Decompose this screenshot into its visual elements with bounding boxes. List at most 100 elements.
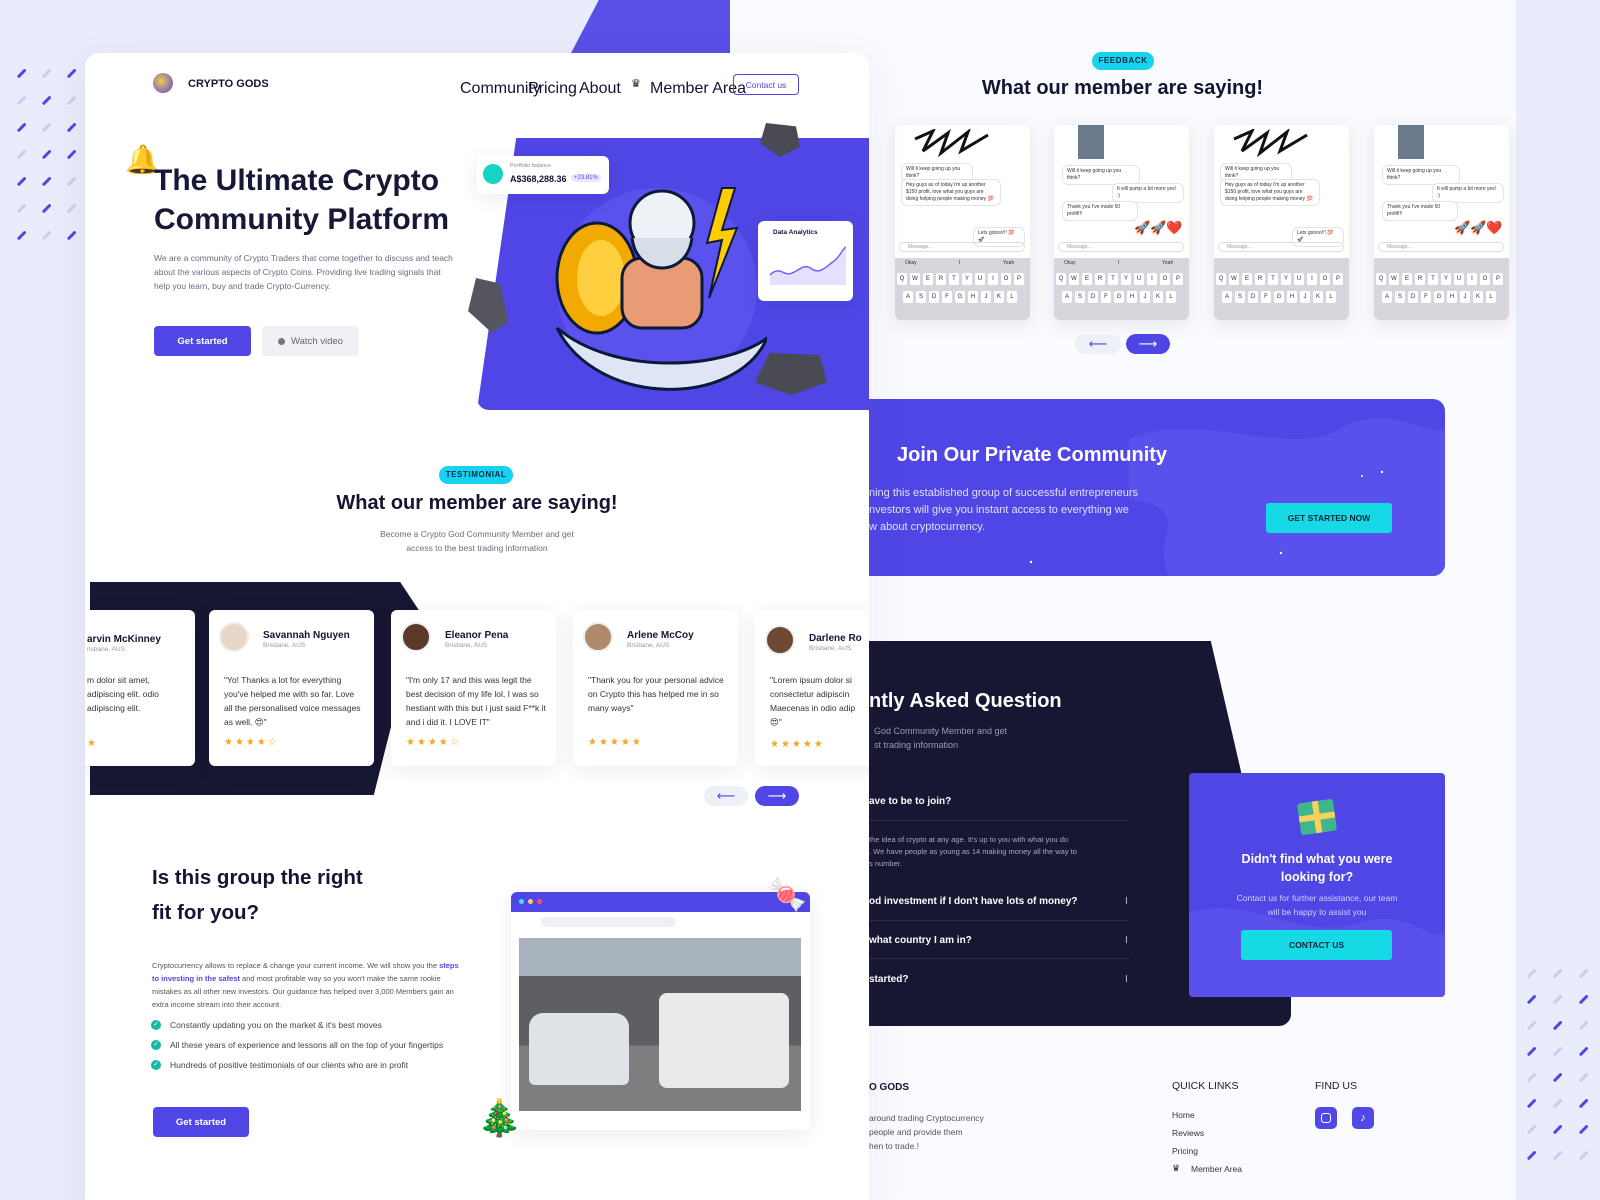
reviewer-location: Brisbane, AUS xyxy=(809,645,852,652)
review-quote: "Lorem ipsum dolor si consectetur adipis… xyxy=(770,675,856,727)
faq-toggle-icon[interactable]: I xyxy=(1125,974,1128,985)
play-icon xyxy=(278,337,286,345)
faq-question-3[interactable]: what country I am in? xyxy=(869,935,972,946)
keyboard: Okay I Yeah QWERTYUIOP ASDFGHJKL xyxy=(1054,258,1189,320)
hero-description: We are a community of Crypto Traders tha… xyxy=(154,253,453,291)
help-title-line2: looking for? xyxy=(1280,870,1354,884)
browser-mockup xyxy=(511,892,810,1130)
portfolio-change-badge: +23.81% xyxy=(571,174,601,182)
fit-title-line1: Is this group the right xyxy=(152,866,363,889)
testimonial-prev-button[interactable]: ⟵ xyxy=(704,786,748,806)
tiktok-icon[interactable]: ♪ xyxy=(1352,1107,1374,1129)
faq-divider xyxy=(869,820,1129,821)
brand-name[interactable]: CRYPTO GODS xyxy=(188,78,269,90)
hero-get-started-button[interactable]: Get started xyxy=(154,326,251,356)
rating-stars: ★★★★★ xyxy=(588,737,643,748)
dash-pattern-left xyxy=(14,66,84,246)
faq-divider xyxy=(869,958,1129,959)
reviewer-name: Savannah Nguyen xyxy=(263,630,350,641)
footer-link-home[interactable]: Home xyxy=(1172,1110,1195,1120)
emoji-reactions: 🚀🚀❤️ xyxy=(1134,220,1183,235)
scribble-redaction xyxy=(1232,127,1312,158)
hero-title-line1: The Ultimate Crypto xyxy=(154,164,440,197)
help-desc-line1: Contact us for further assistance, our t… xyxy=(1236,893,1398,903)
check-icon: ✓ xyxy=(151,1040,161,1050)
photo-thumbnail xyxy=(1398,125,1424,159)
footer-link-reviews[interactable]: Reviews xyxy=(1172,1128,1204,1138)
keyboard: Okay I Yeah QWERTYUIOP ASDFGHJKL xyxy=(895,258,1030,320)
footer-link-member-area[interactable]: Member Area xyxy=(1191,1164,1242,1174)
wreath-icon: 🎄 xyxy=(477,1097,522,1138)
chat-bubble: Will it keep going up you think? xyxy=(1062,165,1140,185)
reviewer-location: risbane, AUS xyxy=(87,646,125,653)
car-left xyxy=(529,1013,629,1085)
logo-icon xyxy=(153,73,173,93)
window-dot-icon xyxy=(537,899,542,904)
testimonial-next-button[interactable]: ⟶ xyxy=(755,786,799,806)
faq-toggle-icon[interactable]: I xyxy=(1125,935,1128,946)
rating-stars: ★★★★★ xyxy=(770,739,825,750)
keyboard: QWERTYUIOP ASDFGHJKL xyxy=(1374,258,1509,320)
testimonial-sub-line2: access to the best trading information xyxy=(406,543,548,553)
chart-icon xyxy=(483,164,503,184)
watch-video-button[interactable]: Watch video xyxy=(262,326,359,356)
testimonial-card: Darlene Ro Brisbane, AUS "Lorem ipsum do… xyxy=(755,610,869,766)
faq-question-2[interactable]: od investment if I don't have lots of mo… xyxy=(869,896,1078,907)
nav-pricing[interactable]: Pricing xyxy=(528,80,577,98)
scribble-redaction xyxy=(913,127,993,158)
review-quote: m dolor sit amet, adipiscing elit. odio … xyxy=(87,675,159,713)
testimonial-card: Eleanor Pena Brisbane, AUS "I'm only 17 … xyxy=(391,610,556,766)
chat-screenshot-3: Will it keep going up you think? Hey guy… xyxy=(1214,125,1349,320)
crown-icon: ♛ xyxy=(1172,1163,1181,1173)
faq-sub-line1: God Community Member and get xyxy=(874,726,1008,736)
crown-icon: ♛ xyxy=(631,78,641,90)
avatar xyxy=(401,622,431,652)
chat-bubble: Will it keep going up you think? xyxy=(1382,165,1460,185)
faq-sub-line2: st trading information xyxy=(874,740,959,750)
check-icon: ✓ xyxy=(151,1020,161,1030)
join-desc-line1: ning this established group of successfu… xyxy=(869,487,1139,499)
nav-member-area[interactable]: Member Area xyxy=(650,80,746,98)
faq-question-4[interactable]: started? xyxy=(869,974,908,985)
zeus-mascot-illustration xyxy=(537,168,771,403)
testimonial-card: arvin McKinney risbane, AUS m dolor sit … xyxy=(85,610,195,766)
dash-pattern-right xyxy=(1522,966,1600,1200)
faq-title: ntly Asked Question xyxy=(869,690,1062,712)
instagram-icon[interactable] xyxy=(1315,1107,1337,1129)
nav-about[interactable]: About xyxy=(579,80,621,98)
feedback-prev-button[interactable]: ⟵ xyxy=(1075,334,1121,354)
check-icon: ✓ xyxy=(151,1060,161,1070)
get-started-now-button[interactable]: GET STARTED NOW xyxy=(1266,503,1392,533)
data-analytics-card: Data Analytics xyxy=(758,221,853,301)
fit-point-2: ✓ All these years of experience and less… xyxy=(151,1040,443,1050)
feedback-title: What our member are saying! xyxy=(981,77,1264,99)
join-desc-line2: nvestors will give you instant access to… xyxy=(869,504,1129,516)
review-quote: "Thank you for your personal advice on C… xyxy=(588,675,724,713)
faq-question-1[interactable]: ave to be to join? xyxy=(869,796,951,807)
footer-blurb-2: people and provide them xyxy=(869,1127,963,1137)
testimonial-card: Savannah Nguyen Brisbane, AUS "Yo! Thank… xyxy=(209,610,374,766)
help-card: Didn't find what you were looking for? C… xyxy=(1189,773,1445,997)
find-us-heading: FIND US xyxy=(1315,1080,1357,1092)
address-bar xyxy=(541,917,676,927)
fit-get-started-button[interactable]: Get started xyxy=(153,1107,249,1137)
fit-point-3: ✓ Hundreds of positive testimonials of o… xyxy=(151,1060,408,1070)
join-desc-line3: w about cryptocurrency. xyxy=(869,521,985,533)
contact-us-button[interactable]: CONTACT US xyxy=(1241,930,1392,960)
footer-link-pricing[interactable]: Pricing xyxy=(1172,1146,1198,1156)
reviewer-location: Brisbane, AUS xyxy=(627,642,670,649)
photo-thumbnail xyxy=(1078,125,1104,159)
watch-video-label: Watch video xyxy=(291,335,343,347)
contact-us-nav-button[interactable]: Contact us xyxy=(733,74,799,95)
testimonial-title: What our member are saying! xyxy=(336,492,618,514)
feedback-next-button[interactable]: ⟶ xyxy=(1126,334,1170,354)
fit-description: Cryptocurrency allows to replace & chang… xyxy=(152,961,459,1009)
reviewer-location: Brisbane, AUS xyxy=(263,642,306,649)
avatar xyxy=(765,625,795,655)
analytics-title: Data Analytics xyxy=(773,229,818,236)
testimonial-card: Arlene McCoy Brisbane, AUS "Thank you fo… xyxy=(573,610,738,766)
rating-stars: ★ xyxy=(87,738,98,749)
portfolio-balance-card: Portfolio balance A$368,288.36 +23.81% xyxy=(477,156,609,194)
faq-toggle-icon[interactable]: I xyxy=(1125,896,1128,907)
candy-cane-icon: 🍬 xyxy=(767,876,807,912)
